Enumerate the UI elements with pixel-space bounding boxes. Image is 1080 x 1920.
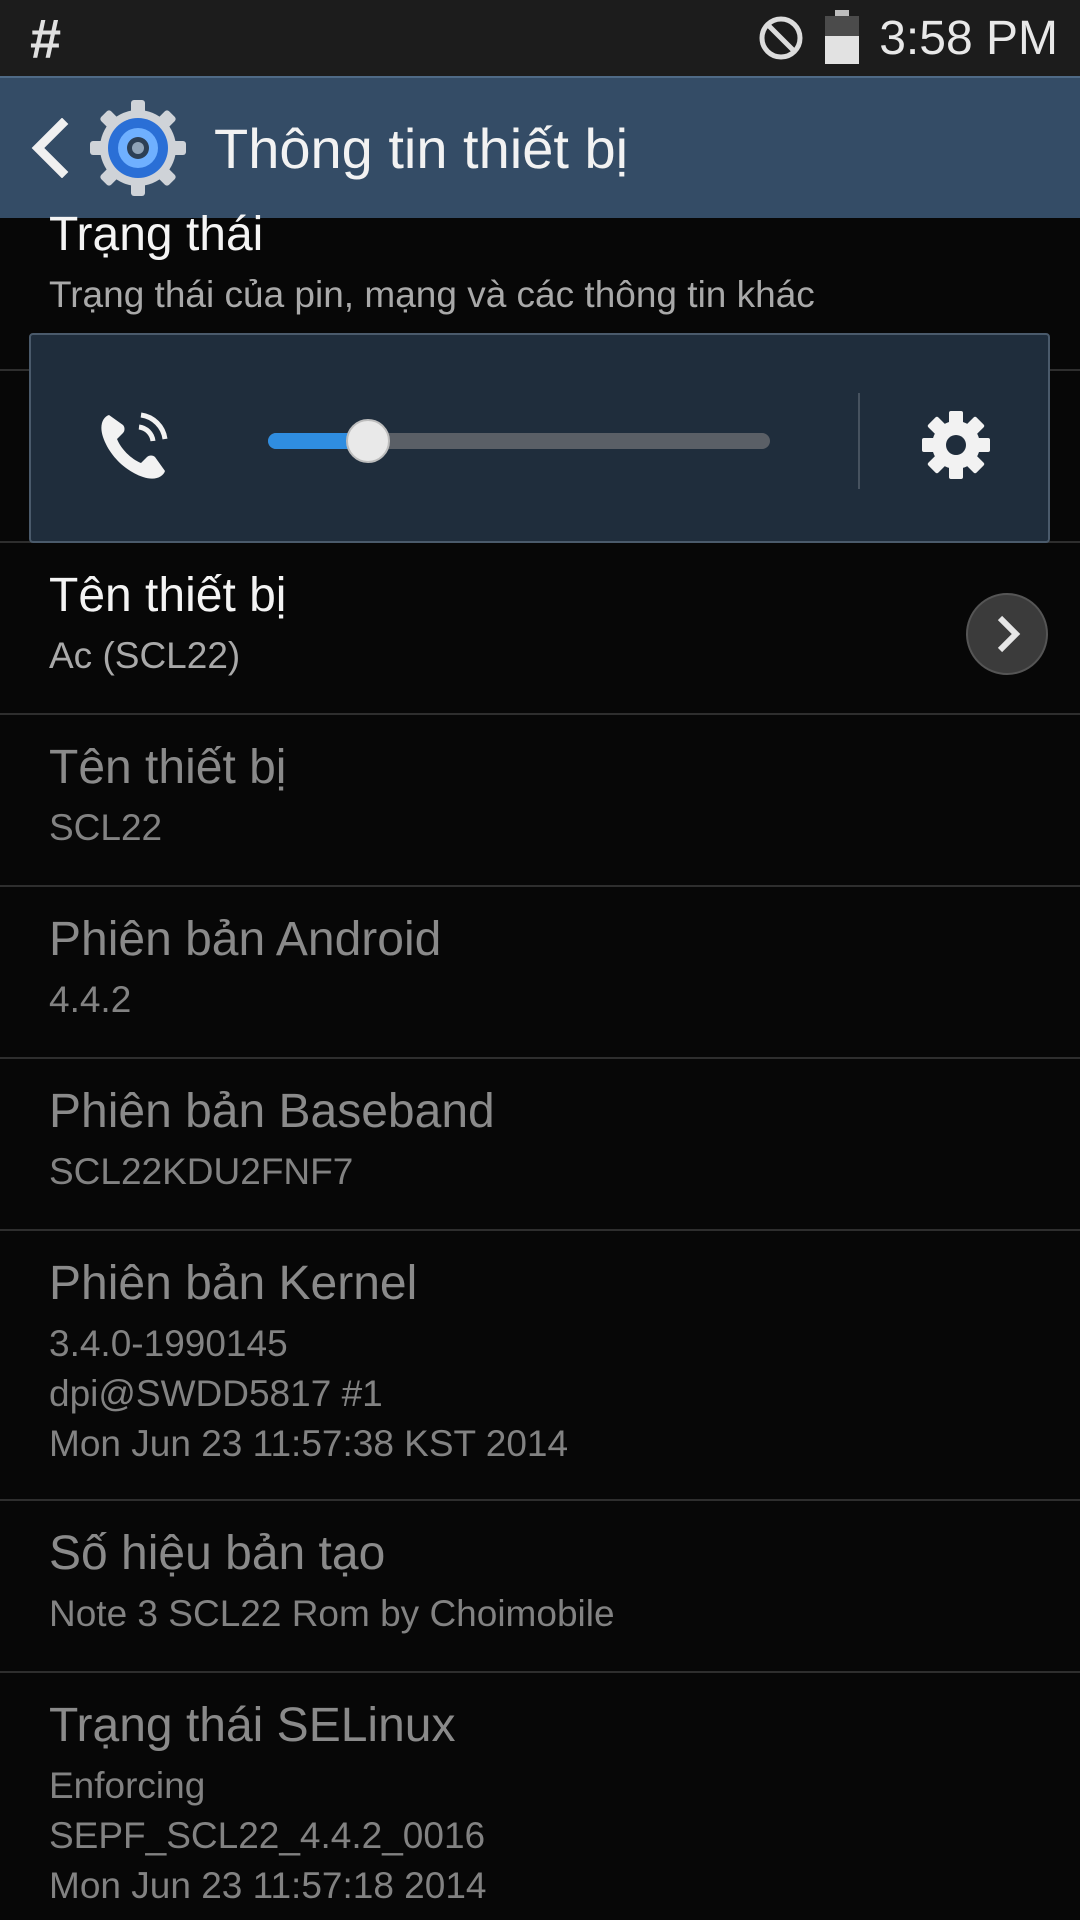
row-title: Trạng thái SELinux xyxy=(49,1699,456,1752)
screen: # 3:58 PM Thông tin thiết bị Trạng thái … xyxy=(0,0,1080,1920)
row-subtitle: 4.4.2 xyxy=(49,979,132,1020)
page-title: Thông tin thiết bị xyxy=(214,116,629,180)
row-title: Phiên bản Kernel xyxy=(49,1257,418,1310)
row-subtitle: Enforcing xyxy=(49,1765,206,1806)
list-item-baseband-version: Phiên bản Baseband SCL22KDU2FNF7 xyxy=(0,1059,1080,1231)
status-bar: # 3:58 PM xyxy=(0,0,1080,76)
list-item-build-number: Số hiệu bản tạo Note 3 SCL22 Rom by Choi… xyxy=(0,1501,1080,1673)
list-item-model-name: Tên thiết bị SCL22 xyxy=(0,715,1080,887)
action-bar: Thông tin thiết bị xyxy=(0,76,1080,218)
volume-panel xyxy=(29,333,1050,543)
list-item-android-version: Phiên bản Android 4.4.2 xyxy=(0,887,1080,1059)
settings-gear-icon[interactable] xyxy=(88,98,188,198)
row-subtitle: Mon Jun 23 11:57:18 2014 xyxy=(49,1865,487,1906)
row-subtitle: Note 3 SCL22 Rom by Choimobile xyxy=(49,1593,615,1634)
battery-icon xyxy=(825,10,860,64)
list-item-device-name[interactable]: Tên thiết bị Ac (SCL22) xyxy=(0,543,1080,715)
row-subtitle: 3.4.0-1990145 xyxy=(49,1323,288,1364)
row-subtitle: dpi@SWDD5817 #1 xyxy=(49,1373,383,1414)
row-title: Phiên bản Baseband xyxy=(49,1085,495,1138)
status-icons: 3:58 PM xyxy=(757,10,1058,66)
row-title: Phiên bản Android xyxy=(49,913,442,966)
panel-divider xyxy=(858,393,860,489)
chevron-right-icon[interactable] xyxy=(966,593,1048,675)
status-time: 3:58 PM xyxy=(879,11,1058,65)
back-icon[interactable] xyxy=(20,108,80,188)
status-hash-symbol: # xyxy=(30,6,62,70)
volume-slider-thumb[interactable] xyxy=(346,419,391,463)
row-title: Trạng thái xyxy=(49,208,264,261)
row-subtitle: SEPF_SCL22_4.4.2_0016 xyxy=(49,1815,486,1856)
row-title: Tên thiết bị xyxy=(49,569,287,622)
row-subtitle: SCL22KDU2FNF7 xyxy=(49,1151,354,1192)
list-item-selinux-status: Trạng thái SELinux Enforcing SEPF_SCL22_… xyxy=(0,1673,1080,1920)
row-title: Số hiệu bản tạo xyxy=(49,1527,386,1580)
row-subtitle: Ac (SCL22) xyxy=(49,635,241,676)
row-subtitle: SCL22 xyxy=(49,807,163,848)
row-title: Tên thiết bị xyxy=(49,741,287,794)
in-call-volume-icon xyxy=(101,412,168,479)
row-subtitle: Mon Jun 23 11:57:38 KST 2014 xyxy=(49,1423,569,1464)
gear-icon[interactable] xyxy=(916,405,996,485)
list-item-kernel-version: Phiên bản Kernel 3.4.0-1990145 dpi@SWDD5… xyxy=(0,1231,1080,1501)
volume-slider[interactable] xyxy=(268,419,770,463)
do-not-disturb-icon xyxy=(759,16,803,60)
row-subtitle: Trạng thái của pin, mạng và các thông ti… xyxy=(49,274,815,315)
